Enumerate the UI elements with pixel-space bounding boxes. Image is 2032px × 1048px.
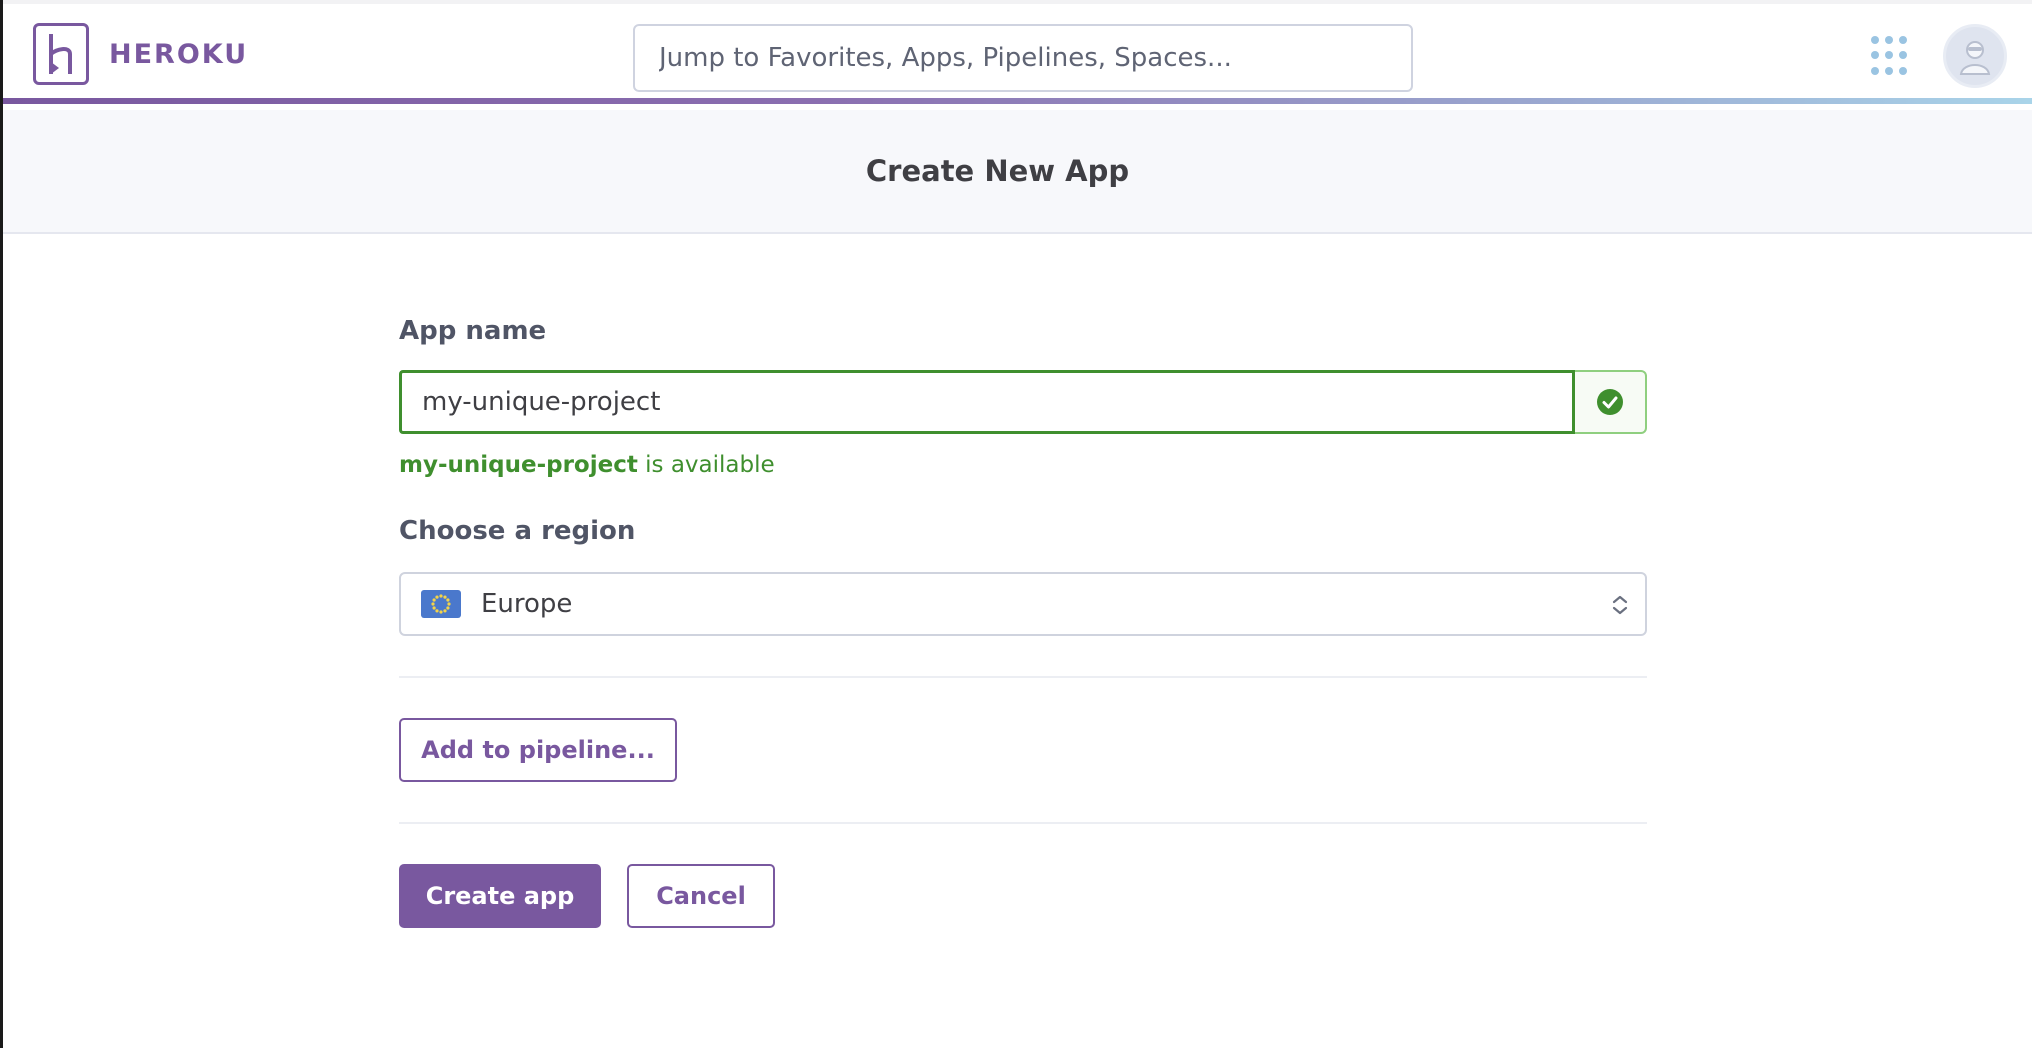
user-avatar-icon[interactable] xyxy=(1943,24,2007,88)
available-app-name: my-unique-project xyxy=(399,452,638,478)
page-header: Create New App xyxy=(3,110,2032,234)
region-selected-value: Europe xyxy=(481,589,573,619)
region-label: Choose a region xyxy=(399,516,636,546)
chevron-updown-icon xyxy=(1611,594,1629,620)
form-divider xyxy=(399,676,1647,678)
heroku-logo[interactable]: HEROKU xyxy=(33,23,248,85)
eu-flag-icon xyxy=(421,590,461,618)
search-input[interactable] xyxy=(633,24,1413,92)
cancel-button[interactable]: Cancel xyxy=(627,864,775,928)
page-title: Create New App xyxy=(865,154,1130,188)
app-name-label: App name xyxy=(399,316,547,346)
nav-accent-bar xyxy=(3,98,2032,104)
create-app-button[interactable]: Create app xyxy=(399,864,601,928)
heroku-logo-icon xyxy=(33,23,89,85)
add-to-pipeline-button[interactable]: Add to pipeline... xyxy=(399,718,677,782)
form-divider xyxy=(399,822,1647,824)
app-name-input[interactable] xyxy=(399,370,1575,434)
app-name-field xyxy=(399,370,1647,434)
check-circle-icon xyxy=(1575,370,1647,434)
brand-name: HEROKU xyxy=(109,38,249,70)
region-select[interactable]: Europe xyxy=(399,572,1647,636)
availability-suffix: is available xyxy=(637,452,775,478)
top-navigation: HEROKU xyxy=(3,0,2032,104)
grid-icon[interactable] xyxy=(1871,36,1911,76)
availability-message: my-unique-project is available xyxy=(399,452,775,478)
